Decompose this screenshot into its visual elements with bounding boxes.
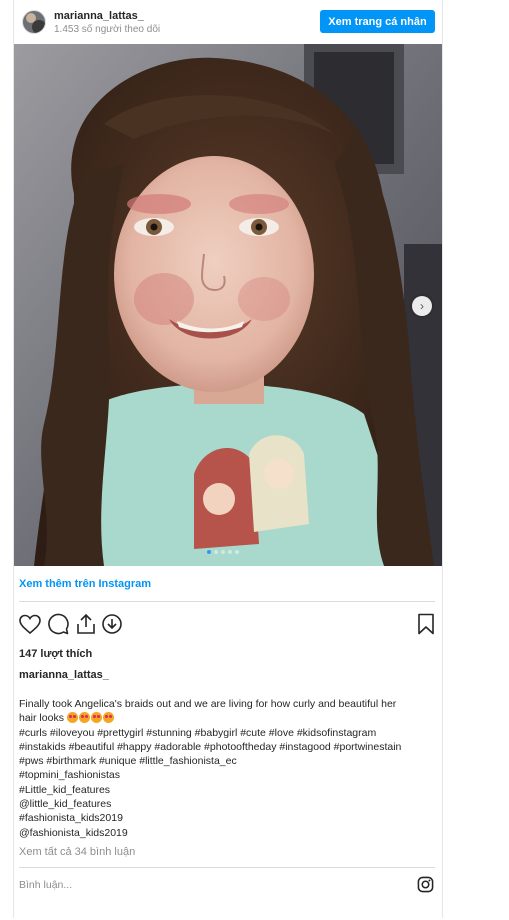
view-profile-button[interactable]: Xem trang cá nhân <box>320 10 435 33</box>
caption-line: Finally took Angelica's braids out and w… <box>19 698 397 710</box>
carousel-dot <box>228 550 232 554</box>
heart-icon[interactable] <box>18 612 42 636</box>
hashtag-line[interactable]: #fashionista_kids2019 <box>19 811 437 825</box>
divider <box>19 601 435 602</box>
carousel-dots <box>207 550 239 554</box>
hashtag-line[interactable]: #pws #birthmark #unique #little_fashioni… <box>19 754 437 768</box>
post-photo[interactable]: › <box>14 44 442 566</box>
heart-eyes-emoji <box>90 712 102 724</box>
caption-text: Finally took Angelica's braids out and w… <box>19 697 437 840</box>
mention-line[interactable]: @little_kid_features <box>19 797 437 811</box>
download-icon[interactable] <box>100 612 124 636</box>
hashtag-line[interactable]: #curls #iloveyou #prettygirl #stunning #… <box>19 726 437 740</box>
instagram-embed: marianna_lattas_ 1.453 số người theo dõi… <box>13 0 443 918</box>
carousel-dot <box>235 550 239 554</box>
child-photo-image <box>14 44 442 566</box>
username[interactable]: marianna_lattas_ <box>54 10 144 22</box>
hashtag-line[interactable]: #topmini_fashionistas <box>19 768 437 782</box>
comment-icon[interactable] <box>46 612 70 636</box>
avatar[interactable] <box>22 10 46 34</box>
heart-eyes-emoji <box>66 712 78 724</box>
hashtag-line[interactable]: #instakids #beautiful #happy #adorable #… <box>19 740 437 754</box>
action-bar <box>18 612 438 638</box>
caption-line-with-emoji: hair looks <box>19 711 437 725</box>
heart-eyes-emoji <box>78 712 90 724</box>
mention-line[interactable]: @fashionista_kids2019 <box>19 826 437 840</box>
share-icon[interactable] <box>74 612 98 636</box>
comment-input[interactable]: Bình luận... <box>19 879 72 891</box>
hashtag-line[interactable]: #Little_kid_features <box>19 783 437 797</box>
bookmark-icon[interactable] <box>414 612 438 636</box>
post-header: marianna_lattas_ 1.453 số người theo dõi… <box>14 0 442 44</box>
divider <box>19 867 435 868</box>
carousel-dot <box>221 550 225 554</box>
instagram-icon[interactable] <box>417 876 434 893</box>
carousel-dot <box>214 550 218 554</box>
next-arrow-icon: › <box>420 299 424 313</box>
caption-author[interactable]: marianna_lattas_ <box>19 669 109 681</box>
next-photo-button[interactable]: › <box>412 296 432 316</box>
like-count[interactable]: 147 lượt thích <box>19 648 92 660</box>
view-more-on-instagram-link[interactable]: Xem thêm trên Instagram <box>19 578 151 590</box>
carousel-dot-active <box>207 550 211 554</box>
follower-count: 1.453 số người theo dõi <box>54 24 161 35</box>
heart-eyes-emoji <box>102 712 114 724</box>
caption-line: hair looks <box>19 712 64 725</box>
view-all-comments-link[interactable]: Xem tất cả 34 bình luận <box>19 846 135 858</box>
